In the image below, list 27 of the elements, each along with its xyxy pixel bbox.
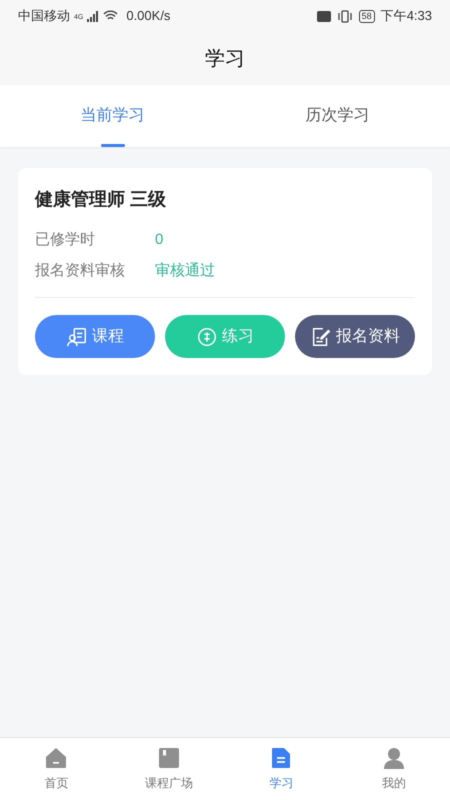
carrier-name: 中国移动	[18, 7, 70, 26]
action-button[interactable]: 课程	[35, 315, 155, 358]
field-label: 报名资料审核	[35, 261, 126, 282]
edit-document-icon	[310, 326, 332, 348]
network-speed: 0.00K/s	[126, 7, 170, 26]
tab[interactable]: 历次学习	[225, 85, 450, 147]
field-value: 0	[155, 230, 164, 250]
field-label: 已修学时	[35, 230, 96, 250]
tab[interactable]: 当前学习	[0, 85, 225, 147]
signal-icon	[87, 10, 100, 22]
vibrate-icon	[336, 10, 353, 22]
nav-item[interactable]: 课程广场	[112, 738, 225, 800]
wifi-icon	[103, 10, 118, 22]
home-icon	[44, 746, 68, 770]
nav-item[interactable]: 首页	[0, 738, 112, 800]
course-title: 健康管理师 三级	[35, 188, 168, 211]
field-value: 审核通过	[155, 261, 215, 282]
action-button[interactable]: 报名资料	[295, 315, 415, 358]
user-icon	[382, 746, 406, 770]
book-icon	[156, 746, 181, 770]
clock: 下午4:33	[380, 7, 432, 26]
nav-item[interactable]: 我的	[338, 738, 450, 800]
nav-item[interactable]: 学习	[225, 738, 338, 800]
page-title: 学习	[205, 46, 245, 72]
circle-badge-icon	[196, 326, 218, 348]
person-board-icon	[66, 326, 88, 348]
battery-indicator: 58	[358, 10, 375, 22]
